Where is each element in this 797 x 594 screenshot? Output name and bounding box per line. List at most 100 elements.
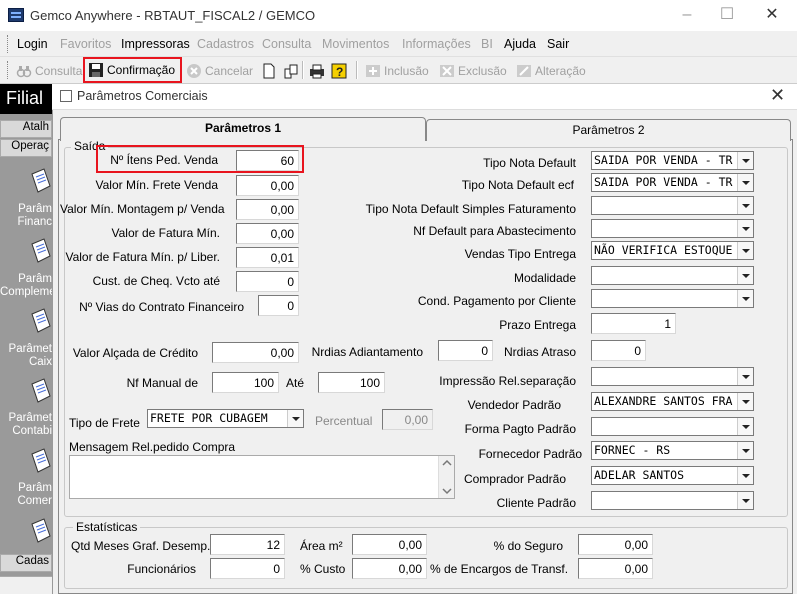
- exclusao-button[interactable]: Exclusão: [436, 60, 510, 82]
- field-label: Área m²: [300, 539, 343, 553]
- toolbar-separator: [356, 61, 358, 79]
- tab-operacoes[interactable]: Operaç: [0, 139, 52, 157]
- menu-login[interactable]: Login: [17, 37, 48, 51]
- qtd-meses-input[interactable]: 12: [210, 534, 285, 555]
- field-label: Cust. de Cheq. Vcto até: [92, 274, 220, 288]
- left-item-label[interactable]: Parâm: [0, 273, 52, 285]
- left-item-label[interactable]: Parâm: [0, 203, 52, 215]
- percentual-input[interactable]: 0,00: [382, 409, 433, 430]
- estatisticas-group-title: Estatísticas: [73, 520, 141, 534]
- cust-cheq-input[interactable]: 0: [236, 271, 299, 292]
- tab-parametros-2[interactable]: Parâmetros 2: [426, 119, 791, 141]
- tipo-nota-simples-select[interactable]: [591, 196, 754, 215]
- print-button[interactable]: [306, 60, 328, 82]
- chevron-down-icon[interactable]: [737, 220, 753, 237]
- menu-bar: Login Favoritos Impressoras Cadastros Co…: [0, 31, 797, 57]
- open-document-button[interactable]: [280, 60, 302, 82]
- nrdias-adiantamento-input[interactable]: 0: [438, 340, 493, 361]
- forma-pagto-select[interactable]: [591, 417, 754, 436]
- menu-sair[interactable]: Sair: [547, 37, 569, 51]
- nf-manual-de-input[interactable]: 100: [212, 372, 279, 393]
- valor-min-frete-input[interactable]: 0,00: [236, 175, 299, 196]
- menu-informacoes[interactable]: Informações: [402, 37, 471, 51]
- nrdias-atraso-input[interactable]: 0: [591, 340, 646, 361]
- document-icon: [30, 378, 52, 404]
- left-item-label[interactable]: Comer: [0, 495, 52, 507]
- chevron-down-icon[interactable]: [737, 174, 753, 191]
- area-input[interactable]: 0,00: [352, 534, 427, 555]
- chevron-down-icon[interactable]: [737, 290, 753, 307]
- menu-cadastros[interactable]: Cadastros: [197, 37, 254, 51]
- cancelar-button[interactable]: Cancelar: [183, 60, 256, 82]
- chevron-down-icon[interactable]: [737, 442, 753, 459]
- left-item-label[interactable]: Financ: [0, 216, 52, 228]
- help-button[interactable]: ?: [328, 60, 350, 82]
- left-item-label[interactable]: Contabi: [0, 425, 52, 437]
- custo-input[interactable]: 0,00: [352, 558, 427, 579]
- tipo-nota-default-select[interactable]: SAIDA POR VENDA - TRIBUT: [591, 151, 754, 170]
- field-label: Valor Alçada de Crédito: [72, 346, 198, 360]
- dialog-title: Parâmetros Comerciais: [77, 89, 208, 103]
- chevron-down-icon[interactable]: [737, 152, 753, 169]
- seguro-input[interactable]: 0,00: [578, 534, 653, 555]
- mensagem-textarea[interactable]: [69, 455, 455, 499]
- alteracao-button[interactable]: Alteração: [513, 60, 589, 82]
- new-document-icon: [261, 63, 277, 79]
- chevron-down-icon[interactable]: [737, 418, 753, 435]
- encargos-input[interactable]: 0,00: [578, 558, 653, 579]
- chevron-down-icon[interactable]: [737, 368, 753, 385]
- scrollbar[interactable]: [438, 456, 454, 498]
- tipo-frete-select[interactable]: FRETE POR CUBAGEM: [147, 409, 304, 428]
- tipo-nota-ecf-select[interactable]: SAIDA POR VENDA - TRIBUT: [591, 173, 754, 192]
- chevron-down-icon[interactable]: [737, 267, 753, 284]
- valor-fatura-min-input[interactable]: 0,00: [236, 223, 299, 244]
- confirmacao-button[interactable]: Confirmação: [83, 57, 182, 83]
- valor-alcada-input[interactable]: 0,00: [212, 342, 299, 363]
- left-item-label[interactable]: Compleme: [0, 286, 52, 298]
- menu-consulta[interactable]: Consulta: [262, 37, 311, 51]
- left-item-label[interactable]: Parâm: [0, 482, 52, 494]
- menu-movimentos[interactable]: Movimentos: [322, 37, 389, 51]
- menu-impressoras[interactable]: Impressoras: [121, 37, 190, 51]
- chevron-down-icon[interactable]: [737, 467, 753, 484]
- dialog-close-icon[interactable]: ✕: [770, 85, 785, 106]
- toolbar-separator: [302, 61, 304, 79]
- chevron-down-icon[interactable]: [737, 197, 753, 214]
- vendas-tipo-entrega-select[interactable]: NÃO VERIFICA ESTOQUE: [591, 241, 754, 260]
- vias-contrato-input[interactable]: 0: [258, 295, 299, 316]
- vendedor-padrao-select[interactable]: ALEXANDRE SANTOS FRAD: [591, 392, 754, 411]
- valor-fatura-liber-input[interactable]: 0,01: [236, 247, 299, 268]
- cond-pagamento-select[interactable]: [591, 289, 754, 308]
- left-item-label[interactable]: Parâmet: [0, 343, 52, 355]
- cliente-padrao-select[interactable]: [591, 491, 754, 510]
- inclusao-button[interactable]: Inclusão: [362, 60, 432, 82]
- field-label: Modalidade: [513, 271, 576, 285]
- impressao-rel-select[interactable]: [591, 367, 754, 386]
- menu-ajuda[interactable]: Ajuda: [504, 37, 536, 51]
- chevron-down-icon[interactable]: [287, 410, 303, 427]
- chevron-down-icon[interactable]: [737, 492, 753, 509]
- close-icon[interactable]: ✕: [757, 4, 787, 26]
- new-document-button[interactable]: [258, 60, 280, 82]
- tab-cadastros[interactable]: Cadas: [0, 554, 52, 572]
- fornecedor-padrao-select[interactable]: FORNEC - RS: [591, 441, 754, 460]
- comprador-padrao-select[interactable]: ADELAR SANTOS: [591, 466, 754, 485]
- tab-parametros-1[interactable]: Parâmetros 1: [60, 117, 426, 141]
- minimize-icon[interactable]: –: [672, 4, 702, 26]
- prazo-entrega-input[interactable]: 1: [591, 313, 676, 334]
- left-item-label[interactable]: Parâmet: [0, 412, 52, 424]
- chevron-down-icon[interactable]: [737, 242, 753, 259]
- modalidade-select[interactable]: [591, 266, 754, 285]
- menu-bi[interactable]: BI: [481, 37, 493, 51]
- nf-abastecimento-select[interactable]: [591, 219, 754, 238]
- valor-min-montagem-input[interactable]: 0,00: [236, 199, 299, 220]
- itens-ped-venda-input[interactable]: 60: [236, 150, 299, 171]
- maximize-icon[interactable]: ☐: [712, 4, 742, 26]
- tab-atalhos[interactable]: Atalh: [0, 120, 52, 138]
- funcionarios-input[interactable]: 0: [210, 558, 285, 579]
- nf-manual-ate-input[interactable]: 100: [318, 372, 385, 393]
- left-item-label[interactable]: Caix: [0, 356, 52, 368]
- consulta-button[interactable]: Consulta: [13, 60, 85, 82]
- chevron-down-icon[interactable]: [737, 393, 753, 410]
- menu-favoritos[interactable]: Favoritos: [60, 37, 111, 51]
